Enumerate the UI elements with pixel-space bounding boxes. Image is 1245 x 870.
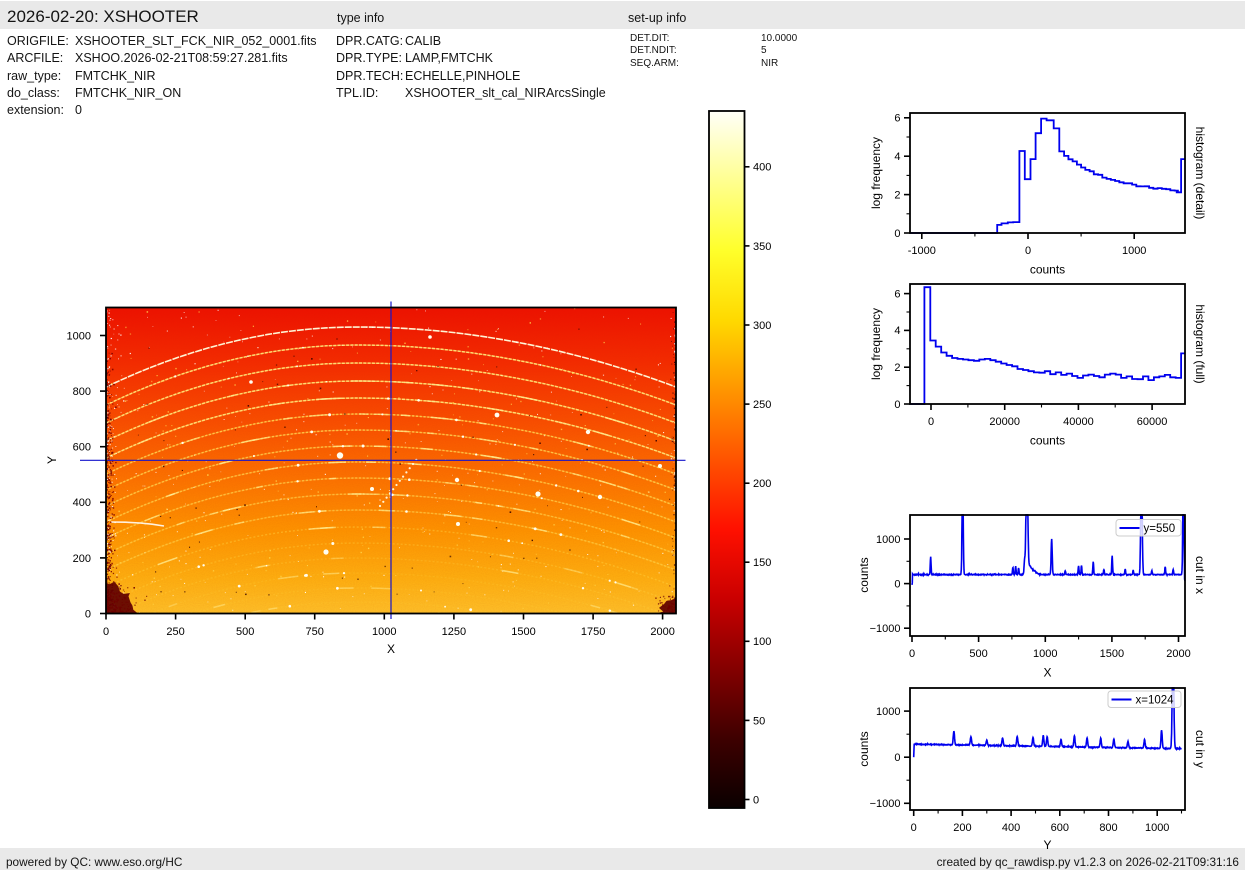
svg-text:800: 800	[1099, 822, 1117, 834]
svg-text:counts: counts	[857, 557, 871, 592]
svg-text:1000: 1000	[876, 534, 900, 546]
svg-text:log frequency: log frequency	[869, 308, 883, 380]
svg-text:0: 0	[911, 822, 917, 834]
svg-text:800: 800	[73, 386, 91, 398]
svg-text:0: 0	[894, 228, 900, 240]
svg-text:cut in y: cut in y	[1193, 730, 1207, 768]
svg-text:0: 0	[103, 626, 109, 638]
svg-text:400: 400	[753, 162, 771, 174]
svg-text:250: 250	[166, 626, 184, 638]
svg-text:1000: 1000	[1033, 648, 1057, 660]
svg-text:0: 0	[928, 416, 934, 428]
svg-text:400: 400	[1002, 822, 1020, 834]
svg-text:X: X	[1043, 666, 1051, 680]
svg-text:X: X	[387, 642, 395, 656]
svg-text:250: 250	[753, 399, 771, 411]
svg-text:1500: 1500	[511, 626, 535, 638]
svg-text:600: 600	[73, 442, 91, 454]
svg-text:2: 2	[894, 189, 900, 201]
svg-text:200: 200	[73, 553, 91, 565]
svg-text:500: 500	[969, 648, 987, 660]
svg-text:150: 150	[753, 557, 771, 569]
svg-text:1000: 1000	[67, 330, 91, 342]
svg-text:0: 0	[894, 752, 900, 764]
svg-text:20000: 20000	[989, 416, 1020, 428]
svg-text:1000: 1000	[1145, 822, 1169, 834]
svg-text:cut in x: cut in x	[1193, 556, 1207, 594]
svg-text:0: 0	[1025, 245, 1031, 257]
svg-text:6: 6	[894, 289, 900, 301]
svg-text:counts: counts	[1030, 263, 1065, 277]
svg-text:histogram (full): histogram (full)	[1193, 304, 1207, 383]
svg-text:500: 500	[236, 626, 254, 638]
svg-text:1500: 1500	[1100, 648, 1124, 660]
svg-text:6: 6	[894, 113, 900, 125]
svg-text:350: 350	[753, 241, 771, 253]
svg-text:y=550: y=550	[1144, 523, 1176, 535]
svg-text:0: 0	[753, 794, 759, 806]
svg-text:1250: 1250	[442, 626, 466, 638]
svg-text:750: 750	[306, 626, 324, 638]
svg-text:200: 200	[753, 478, 771, 490]
svg-text:4: 4	[894, 325, 900, 337]
svg-text:400: 400	[73, 497, 91, 509]
svg-text:2000: 2000	[1166, 648, 1190, 660]
svg-text:1000: 1000	[372, 626, 396, 638]
svg-text:0: 0	[894, 579, 900, 591]
svg-text:counts: counts	[1030, 434, 1065, 448]
svg-text:40000: 40000	[1063, 416, 1094, 428]
svg-text:x=1024: x=1024	[1136, 694, 1175, 706]
svg-text:counts: counts	[857, 731, 871, 766]
svg-text:0: 0	[894, 399, 900, 411]
svg-text:histogram (detail): histogram (detail)	[1193, 127, 1207, 220]
svg-text:−1000: −1000	[870, 623, 901, 635]
svg-text:50: 50	[753, 715, 765, 727]
svg-text:Y: Y	[45, 456, 59, 464]
svg-text:2: 2	[894, 362, 900, 374]
svg-text:200: 200	[953, 822, 971, 834]
svg-text:60000: 60000	[1137, 416, 1168, 428]
svg-text:−1000: −1000	[870, 798, 901, 810]
svg-text:300: 300	[753, 320, 771, 332]
svg-text:1000: 1000	[876, 706, 900, 718]
svg-text:100: 100	[753, 636, 771, 648]
svg-text:0: 0	[85, 608, 91, 620]
svg-text:600: 600	[1051, 822, 1069, 834]
svg-text:-1000: -1000	[908, 245, 936, 257]
svg-text:4: 4	[894, 151, 900, 163]
svg-text:1000: 1000	[1122, 245, 1146, 257]
svg-text:0: 0	[909, 648, 915, 660]
svg-text:log frequency: log frequency	[869, 137, 883, 209]
svg-text:1750: 1750	[581, 626, 605, 638]
svg-text:2000: 2000	[650, 626, 674, 638]
svg-text:Y: Y	[1043, 838, 1051, 852]
